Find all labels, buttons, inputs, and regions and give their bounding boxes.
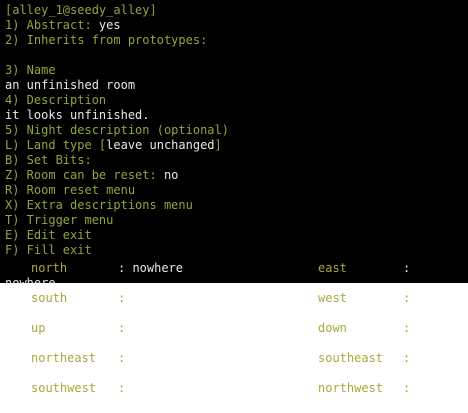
menu-value: leave unchanged xyxy=(106,138,215,152)
exit-east-value: : xyxy=(403,261,411,275)
menu-key: 5) Night description (optional) xyxy=(5,123,229,137)
exit-east-label[interactable]: east xyxy=(318,261,347,276)
menu-value: no xyxy=(163,168,179,182)
exit-down-value: : xyxy=(403,321,411,335)
exits-table: north : nowhere east : south : west : up… xyxy=(0,260,468,413)
menu-option-land-type[interactable]: L) Land type [leave unchanged] xyxy=(5,138,468,153)
menu-key: L) Land type [ xyxy=(5,138,107,152)
menu-key: X) Extra descriptions menu xyxy=(5,198,193,212)
menu-option-abstract[interactable]: 1) Abstract: yes xyxy=(5,18,468,33)
menu-key: Z) Room can be reset: xyxy=(5,168,164,182)
menu-key: 2) Inherits from prototypes: xyxy=(5,33,208,47)
exit-northeast-value: : xyxy=(118,351,126,365)
menu-option-fill-exit[interactable]: F) Fill exit xyxy=(5,243,468,258)
menu-value: an unfinished room xyxy=(5,78,136,92)
menu-key: E) Edit exit xyxy=(5,228,92,242)
menu-key: R) Room reset menu xyxy=(5,183,136,197)
menu-option-trigger[interactable]: T) Trigger menu xyxy=(5,213,468,228)
exit-northwest-value: : xyxy=(403,381,411,395)
menu-option-set-bits[interactable]: B) Set Bits: xyxy=(5,153,468,168)
menu-key: 4) Description xyxy=(5,93,107,107)
exit-northwest-label[interactable]: northwest xyxy=(318,381,383,396)
room-editor-screen: [alley_1@seedy_alley] 1) Abstract: yes 2… xyxy=(0,0,468,413)
exit-up-value: : xyxy=(118,321,126,335)
menu-key: T) Trigger menu xyxy=(5,213,114,227)
exit-west-label[interactable]: west xyxy=(318,291,347,306)
menu-option-description[interactable]: 4) Description xyxy=(5,93,468,108)
menu-key: 3) Name xyxy=(5,63,56,77)
exit-southwest-label[interactable]: southwest xyxy=(31,381,96,396)
menu-option-name[interactable]: 3) Name xyxy=(5,63,468,78)
exit-north-value: : nowhere xyxy=(118,261,184,275)
exit-up-label[interactable]: up xyxy=(31,321,45,336)
menu-value: it looks unfinished. xyxy=(5,108,150,122)
exit-southeast-label[interactable]: southeast xyxy=(318,351,383,366)
exit-southwest-value: : xyxy=(118,381,126,395)
terminal-output: [alley_1@seedy_alley] 1) Abstract: yes 2… xyxy=(0,0,468,283)
exit-west-value: : xyxy=(403,291,411,305)
menu-key: B) Set Bits: xyxy=(5,153,92,167)
room-header: [alley_1@seedy_alley] xyxy=(5,3,157,17)
menu-option-reset-menu[interactable]: R) Room reset menu xyxy=(5,183,468,198)
menu-value: yes xyxy=(98,18,121,32)
menu-option-night-description[interactable]: 5) Night description (optional) xyxy=(5,123,468,138)
menu-option-room-reset[interactable]: Z) Room can be reset: no xyxy=(5,168,468,183)
description-value: it looks unfinished. xyxy=(5,108,468,123)
menu-suffix: ] xyxy=(214,138,222,152)
exit-south-value: : xyxy=(118,291,126,305)
exit-down-label[interactable]: down xyxy=(318,321,347,336)
menu-key: F) Fill exit xyxy=(5,243,92,257)
exit-northeast-label[interactable]: northeast xyxy=(31,351,96,366)
menu-option-edit-exit[interactable]: E) Edit exit xyxy=(5,228,468,243)
name-value: an unfinished room xyxy=(5,78,468,93)
menu-option-extra-descriptions[interactable]: X) Extra descriptions menu xyxy=(5,198,468,213)
exit-north-label[interactable]: north xyxy=(31,261,67,276)
menu-option-inherits[interactable]: 2) Inherits from prototypes: xyxy=(5,33,468,48)
exit-south-label[interactable]: south xyxy=(31,291,67,306)
exit-east-overflow-text: nowhere xyxy=(5,276,56,283)
exit-southeast-value: : xyxy=(403,351,411,365)
menu-key: 1) Abstract: xyxy=(5,18,99,32)
